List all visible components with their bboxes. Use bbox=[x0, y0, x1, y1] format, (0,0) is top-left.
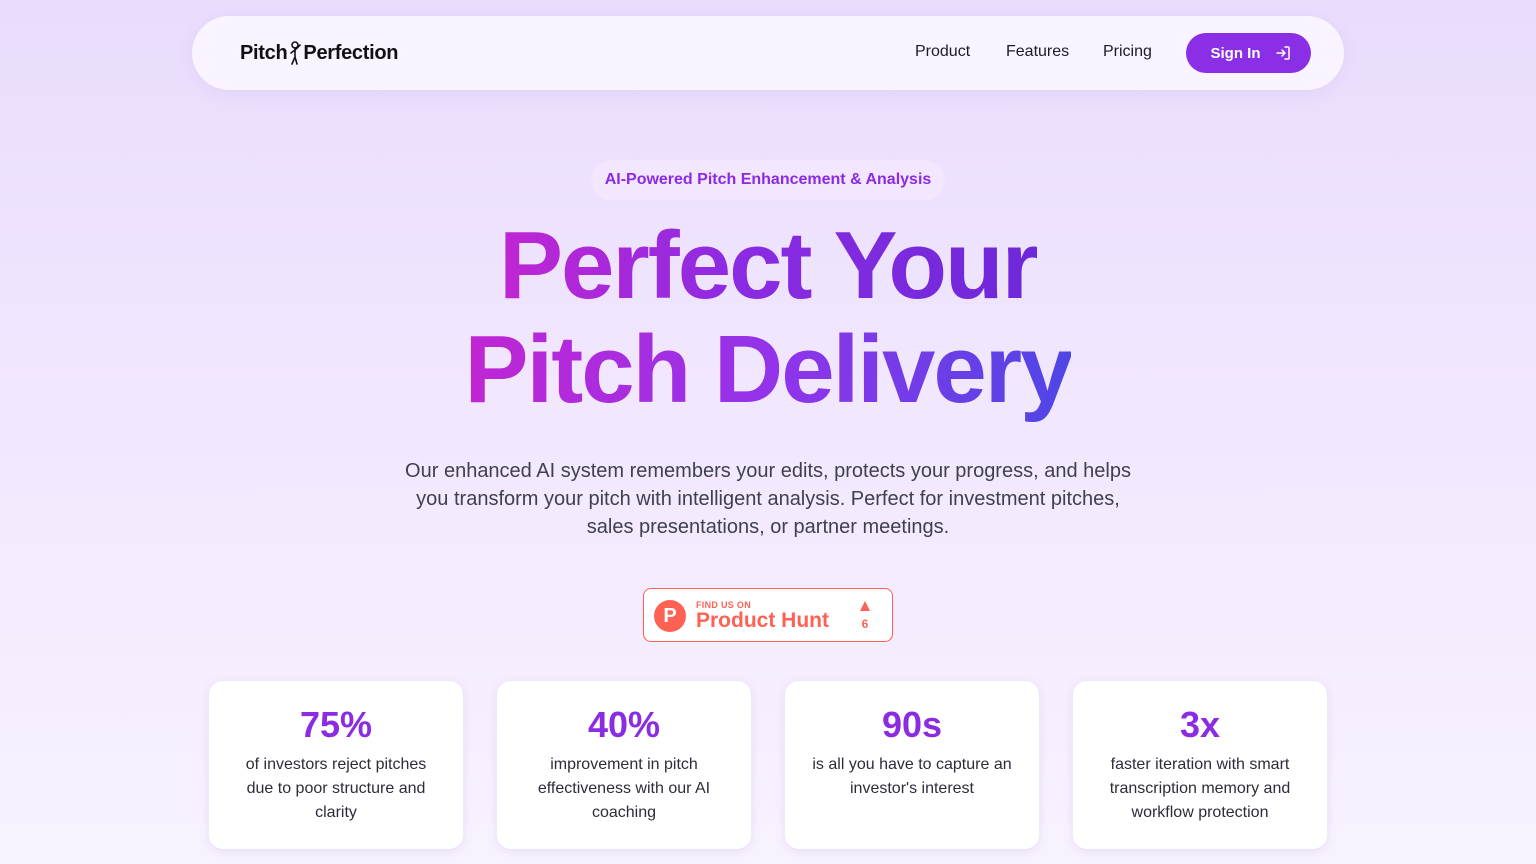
brand-logo[interactable]: Pitch Perfection bbox=[240, 41, 399, 65]
nav-link-pricing[interactable]: Pricing bbox=[1103, 43, 1152, 61]
stat-description: improvement in pitch effectiveness with … bbox=[537, 756, 711, 821]
sign-in-arrow-icon bbox=[1275, 46, 1290, 60]
stat-description: of investors reject pitches due to poor … bbox=[245, 756, 427, 821]
hero-description: Our enhanced AI system remembers your ed… bbox=[405, 460, 1131, 538]
stat-card: 90s is all you have to capture an invest… bbox=[785, 681, 1039, 849]
stat-value: 90s bbox=[881, 704, 943, 745]
presenter-figure-icon bbox=[290, 41, 302, 65]
upvote-triangle-icon bbox=[860, 601, 870, 611]
stat-value: 40% bbox=[587, 704, 661, 745]
stat-value: 3x bbox=[1179, 704, 1221, 745]
top-navbar: Pitch Perfection Product Features Pricin… bbox=[192, 16, 1344, 90]
stat-card: 40% improvement in pitch effectiveness w… bbox=[497, 681, 751, 849]
product-hunt-badge[interactable]: P FIND US ON Product Hunt 6 bbox=[643, 588, 893, 642]
stat-description: is all you have to capture an investor's… bbox=[812, 756, 1012, 797]
stat-card: 3x faster iteration with smart transcrip… bbox=[1073, 681, 1327, 849]
sign-in-button[interactable]: Sign In bbox=[1186, 33, 1311, 73]
nav-link-features[interactable]: Features bbox=[1006, 43, 1069, 61]
product-hunt-logo-icon: P bbox=[654, 600, 686, 632]
feature-badge: AI-Powered Pitch Enhancement & Analysis bbox=[591, 160, 945, 200]
stat-card: 75% of investors reject pitches due to p… bbox=[209, 681, 463, 849]
product-hunt-title: Product Hunt bbox=[696, 609, 829, 632]
stat-description: faster iteration with smart transcriptio… bbox=[1109, 756, 1291, 821]
stat-value: 75% bbox=[299, 704, 373, 745]
headline-line-2: Pitch Delivery bbox=[464, 316, 1074, 423]
upvote-count: 6 bbox=[861, 617, 869, 631]
hero-headline: Perfect Your Pitch Delivery bbox=[0, 214, 1536, 422]
sign-in-label: Sign In bbox=[1210, 44, 1261, 62]
headline-line-1: Perfect Your bbox=[499, 212, 1039, 319]
nav-link-product[interactable]: Product bbox=[915, 43, 970, 61]
logo-text-pitch: Pitch bbox=[240, 41, 288, 64]
logo-text-perfection: Perfection bbox=[303, 41, 399, 64]
